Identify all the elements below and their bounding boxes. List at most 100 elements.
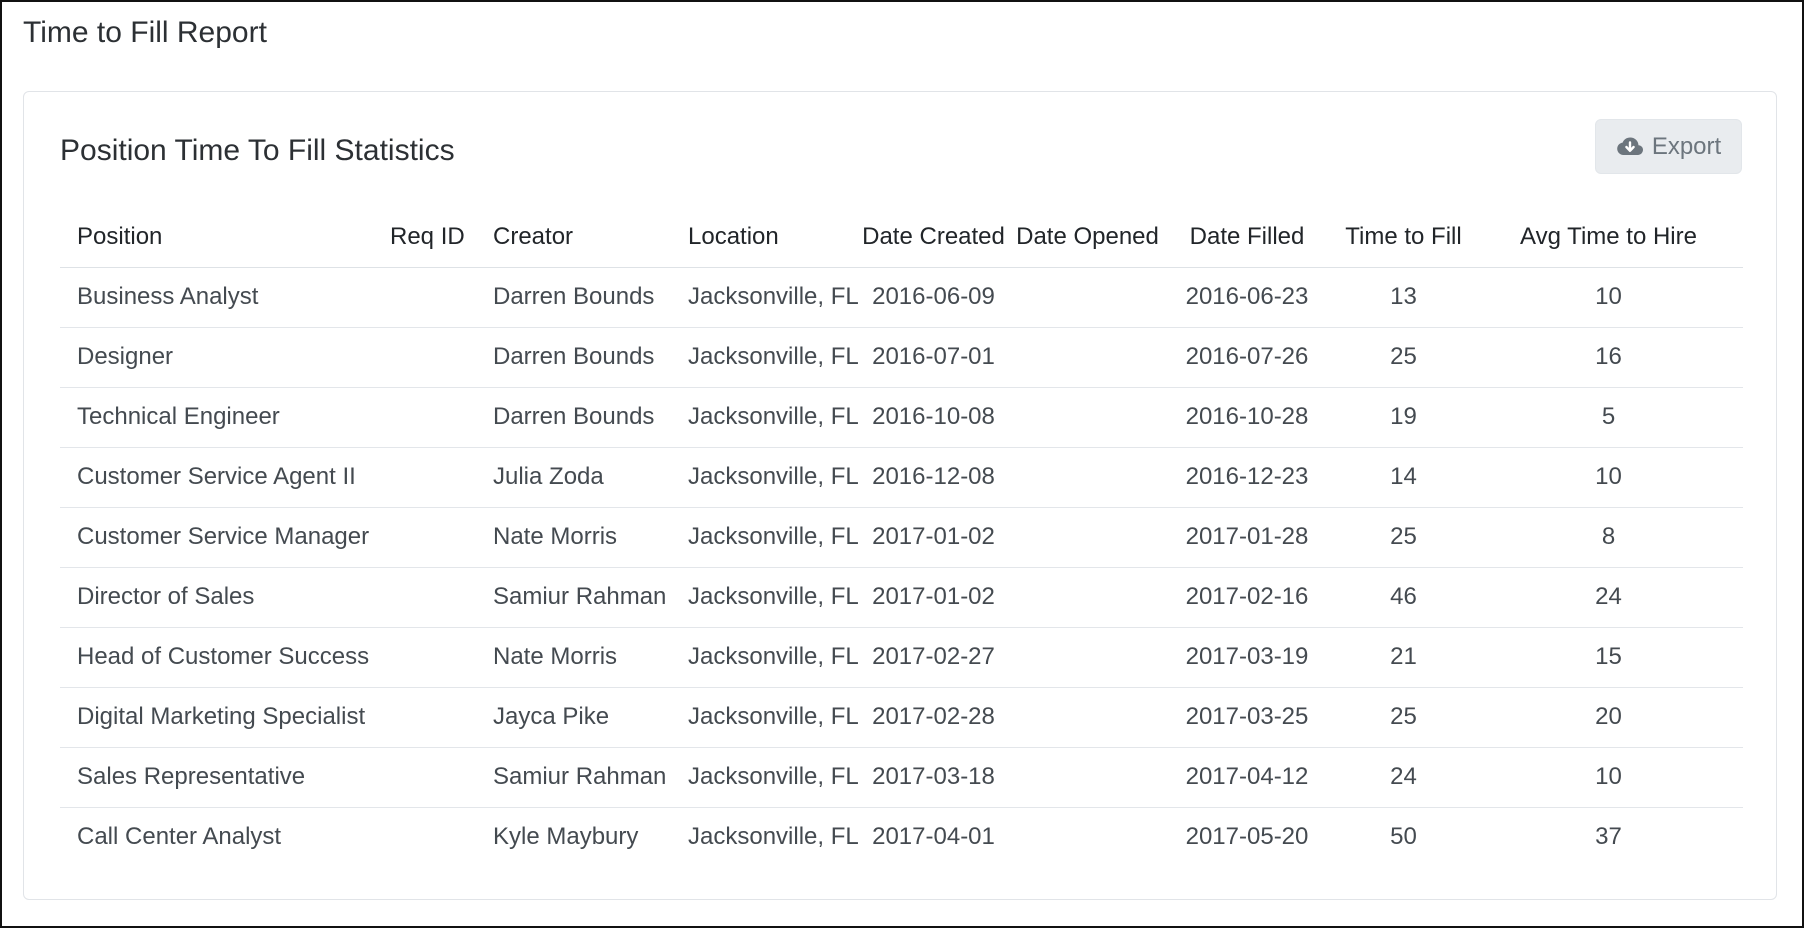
cell-req-id xyxy=(373,807,476,867)
cell-date-opened xyxy=(1014,447,1161,508)
column-header-date-created[interactable]: Date Created xyxy=(853,207,1014,268)
cell-date-created: 2017-01-02 xyxy=(853,507,1014,568)
cell-creator: Julia Zoda xyxy=(476,447,671,508)
cell-position: Call Center Analyst xyxy=(77,823,282,851)
cell-avg-time-to-hire: 37 xyxy=(1595,823,1622,851)
cell-avg-time-to-hire: 10 xyxy=(1474,747,1743,808)
cell-date-filled: 2017-02-16 xyxy=(1161,567,1333,628)
cell-position: Director of Sales xyxy=(60,567,373,628)
cell-location: Jacksonville, FL xyxy=(688,823,859,851)
cell-req-id xyxy=(373,267,476,328)
cell-date-filled: 2017-03-19 xyxy=(1161,627,1333,688)
column-header-creator[interactable]: Creator xyxy=(476,207,671,268)
cell-location: Jacksonville, FL xyxy=(671,627,859,688)
time-to-fill-table: Position Req ID Creator Location Date Cr… xyxy=(60,207,1743,867)
table-row[interactable]: Digital Marketing Specialist Jayca Pike Ja… xyxy=(60,687,1743,748)
cell-date-created: 2016-12-08 xyxy=(853,447,1014,508)
table-row[interactable]: Business Analyst Darren Bounds Jacksonvill… xyxy=(60,267,1743,328)
column-header-time-to-fill[interactable]: Time to Fill xyxy=(1333,207,1474,268)
cell-date-created: 2016-06-09 xyxy=(853,267,1014,328)
cell-date-filled: 2017-04-12 xyxy=(1161,747,1333,808)
cell-position: Customer Service Agent II xyxy=(60,447,373,508)
cell-date-filled: 2017-01-28 xyxy=(1161,507,1333,568)
cell-date-created: 2017-01-02 xyxy=(853,567,1014,628)
table-row[interactable]: Call Center Analyst Kyle Maybury Jacksonvi… xyxy=(60,807,1743,867)
cell-creator: Darren Bounds xyxy=(476,387,671,448)
cell-location: Jacksonville, FL xyxy=(671,747,859,808)
cell-date-filled: 2016-10-28 xyxy=(1161,387,1333,448)
cell-position: Sales Representative xyxy=(60,747,373,808)
cell-date-filled: 2017-05-20 xyxy=(1185,823,1309,851)
cell-avg-time-to-hire: 16 xyxy=(1474,327,1743,388)
table-row[interactable]: Director of Sales Samiur Rahman Jacksonvil… xyxy=(60,567,1743,628)
cell-avg-time-to-hire: 10 xyxy=(1474,267,1743,328)
cell-time-to-fill: 46 xyxy=(1333,567,1474,628)
cell-date-opened xyxy=(1014,687,1161,748)
cell-date-created: 2017-04-01 xyxy=(872,823,995,851)
cell-time-to-fill: 19 xyxy=(1333,387,1474,448)
cell-creator: Samiur Rahman xyxy=(476,747,671,808)
cell-position: Digital Marketing Specialist xyxy=(60,687,373,748)
column-header-avg-time-to-hire[interactable]: Avg Time to Hire xyxy=(1474,207,1743,268)
cell-date-opened xyxy=(1014,627,1161,688)
cell-date-created: 2017-02-27 xyxy=(853,627,1014,688)
table-row[interactable]: Customer Service Agent II Julia Zoda Jacks… xyxy=(60,447,1743,508)
cell-date-opened xyxy=(1014,267,1161,328)
column-header-position[interactable]: Position xyxy=(60,207,373,268)
cell-location: Jacksonville, FL xyxy=(671,507,859,568)
cell-time-to-fill: 13 xyxy=(1333,267,1474,328)
table-row[interactable]: Head of Customer Success Nate Morris Jacks… xyxy=(60,627,1743,688)
cell-position: Head of Customer Success xyxy=(60,627,373,688)
cell-location: Jacksonville, FL xyxy=(671,327,859,388)
cell-avg-time-to-hire: 15 xyxy=(1474,627,1743,688)
cell-avg-time-to-hire: 24 xyxy=(1474,567,1743,628)
cell-position: Customer Service Manager xyxy=(60,507,373,568)
cell-time-to-fill: 25 xyxy=(1333,507,1474,568)
cell-req-id xyxy=(373,747,476,808)
cloud-download-icon xyxy=(1616,136,1644,158)
cell-req-id xyxy=(373,327,476,388)
column-header-date-opened[interactable]: Date Opened xyxy=(1014,207,1161,268)
cell-creator: Darren Bounds xyxy=(476,267,671,328)
cell-req-id xyxy=(373,507,476,568)
cell-position: Technical Engineer xyxy=(60,387,373,448)
cell-req-id xyxy=(373,687,476,748)
cell-location: Jacksonville, FL xyxy=(671,447,859,508)
cell-creator: Darren Bounds xyxy=(476,327,671,388)
cell-date-opened xyxy=(1014,567,1161,628)
cell-req-id xyxy=(373,387,476,448)
window-frame: Time to Fill Report Position Time To Fil… xyxy=(0,0,1804,928)
column-header-location[interactable]: Location xyxy=(671,207,853,268)
column-header-date-filled[interactable]: Date Filled xyxy=(1161,207,1333,268)
cell-creator: Jayca Pike xyxy=(476,687,671,748)
cell-req-id xyxy=(373,567,476,628)
table-header: Position Req ID Creator Location Date Cr… xyxy=(60,207,1743,268)
cell-avg-time-to-hire: 8 xyxy=(1474,507,1743,568)
cell-creator: Nate Morris xyxy=(476,507,671,568)
cell-avg-time-to-hire: 10 xyxy=(1474,447,1743,508)
cell-date-opened xyxy=(1014,747,1161,808)
cell-date-filled: 2016-12-23 xyxy=(1161,447,1333,508)
table-row[interactable]: Customer Service Manager Nate Morris Jacks… xyxy=(60,507,1743,568)
cell-time-to-fill: 50 xyxy=(1390,823,1417,851)
cell-date-opened xyxy=(1014,327,1161,388)
export-label: Export xyxy=(1651,132,1722,160)
cell-time-to-fill: 14 xyxy=(1333,447,1474,508)
cell-time-to-fill: 25 xyxy=(1333,327,1474,388)
cell-date-opened xyxy=(1014,507,1161,568)
cell-date-filled: 2017-03-25 xyxy=(1161,687,1333,748)
cell-location: Jacksonville, FL xyxy=(671,267,859,328)
cell-avg-time-to-hire: 20 xyxy=(1474,687,1743,748)
export-button[interactable]: Export xyxy=(1595,119,1742,174)
cell-creator: Samiur Rahman xyxy=(476,567,671,628)
table-row[interactable]: Technical Engineer Darren Bounds Jacksonvi… xyxy=(60,387,1743,448)
cell-date-created: 2017-02-28 xyxy=(853,687,1014,748)
column-header-req-id[interactable]: Req ID xyxy=(373,207,476,268)
cell-date-created: 2017-03-18 xyxy=(853,747,1014,808)
statistics-card: Position Time To Fill Statistics Export xyxy=(23,91,1777,900)
cell-location: Jacksonville, FL xyxy=(671,387,859,448)
cell-location: Jacksonville, FL xyxy=(671,567,859,628)
cell-date-filled: 2016-07-26 xyxy=(1161,327,1333,388)
table-row[interactable]: Designer Darren Bounds Jacksonville, FL 201… xyxy=(60,327,1743,388)
table-row[interactable]: Sales Representative Samiur Rahman Jackson… xyxy=(60,747,1743,808)
